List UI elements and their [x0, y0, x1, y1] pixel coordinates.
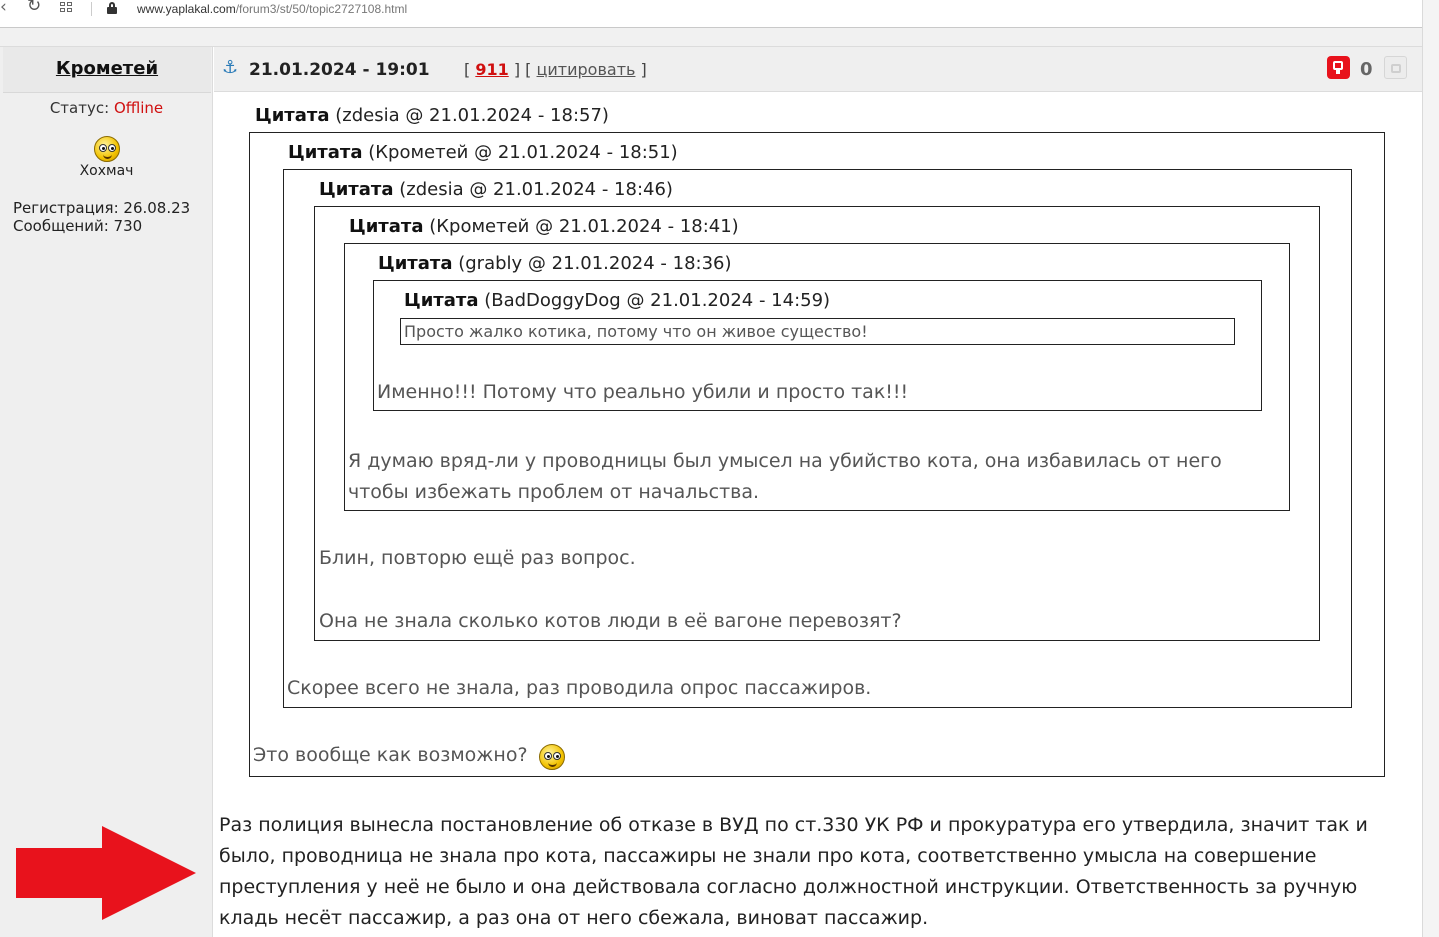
browser-toolbar: ‹ ↻ www.yaplakal.com/forum3/st/50/topic2… [0, 0, 1439, 22]
lock-icon[interactable] [107, 2, 117, 14]
user-stats: Регистрация: 26.08.23 Сообщений: 730 [13, 199, 190, 235]
quote-text: Просто жалко котика, потому что он живое… [404, 322, 868, 341]
quote-header: Цитата (zdesia @ 21.01.2024 - 18:46) [319, 179, 673, 200]
quote-text: Я думаю вряд-ли у проводницы был умысел … [348, 450, 1222, 472]
bracket: ] [ [513, 60, 532, 79]
quote-text: Скорее всего не знала, раз проводила опр… [287, 677, 872, 699]
status-value: Offline [113, 99, 164, 117]
user-rank: Хохмач [79, 163, 134, 179]
url-path: /forum3/st/50/topic2727108.html [235, 2, 408, 16]
toolbar-divider [91, 2, 92, 16]
reload-icon[interactable]: ↻ [27, 0, 41, 16]
status-label: Статус: [49, 99, 110, 117]
quote-header: Цитата (BadDoggyDog @ 21.01.2024 - 14:59… [404, 290, 830, 311]
quote-meta: (zdesia @ 21.01.2024 - 18:57) [335, 105, 609, 126]
post-date: 21.01.2024 - 19:01 [249, 60, 430, 80]
quote-label: Цитата [319, 179, 394, 200]
cite-link[interactable]: цитировать [537, 60, 636, 79]
quote-meta: (zdesia @ 21.01.2024 - 18:46) [399, 179, 673, 200]
back-icon[interactable]: ‹ [0, 0, 7, 17]
address-bar[interactable]: www.yaplakal.com/forum3/st/50/topic27271… [137, 2, 407, 16]
previous-post-strip [0, 28, 1422, 46]
quote-header: Цитата (Крометей @ 21.01.2024 - 18:51) [288, 142, 678, 163]
post-header: ⚓ 21.01.2024 - 19:01 [ 911 ] [ цитироват… [214, 47, 1422, 92]
quote-text: Блин, повторю ещё раз вопрос. [319, 547, 636, 569]
post-text: Раз полиция вынесла постановление об отк… [219, 814, 1368, 929]
rate-up-icon[interactable] [1384, 56, 1407, 79]
quote-header: Цитата (zdesia @ 21.01.2024 - 18:57) [255, 105, 609, 126]
quote-meta: (Крометей @ 21.01.2024 - 18:41) [429, 216, 739, 237]
quote-text: чтобы избежать проблем от начальства. [348, 481, 760, 503]
quote-header: Цитата (grably @ 21.01.2024 - 18:36) [378, 253, 732, 274]
registration-date: Регистрация: 26.08.23 [13, 199, 191, 217]
rating-count: 0 [1360, 59, 1373, 80]
right-scroll-strip[interactable] [1422, 0, 1439, 937]
quote-text: Она не знала сколько котов люди в её ваг… [319, 610, 902, 632]
username-link[interactable]: Крометей [3, 58, 211, 79]
quote-label: Цитата [288, 142, 363, 163]
quote-label: Цитата [349, 216, 424, 237]
tabs-grid-icon[interactable] [60, 2, 74, 14]
quote-label: Цитата [378, 253, 453, 274]
quote-label: Цитата [255, 105, 330, 126]
rate-down-icon[interactable] [1327, 56, 1350, 79]
smiley-icon [539, 744, 565, 770]
username-cell: Крометей [3, 47, 211, 93]
quote-meta: (BadDoggyDog @ 21.01.2024 - 14:59) [484, 290, 831, 311]
url-host: www.yaplakal.com [137, 2, 236, 16]
smiley-icon [94, 136, 120, 162]
quote-text: Именно!!! Потому что реально убили и про… [377, 381, 909, 403]
message-count: Сообщений: 730 [13, 217, 143, 235]
user-info-column: Крометей Статус: Offline Хохмач Регистра… [0, 47, 213, 937]
quote-box-6: Просто жалко котика, потому что он живое… [400, 318, 1235, 345]
quote-label: Цитата [404, 290, 479, 311]
quote-meta: (Крометей @ 21.01.2024 - 18:51) [368, 142, 678, 163]
bracket: [ [464, 60, 471, 79]
arrow-pointer [16, 826, 196, 920]
bracket: ] [640, 60, 647, 79]
post-links: [ 911 ] [ цитировать ] [464, 60, 647, 79]
post-number-link[interactable]: 911 [475, 60, 508, 79]
quote-text: Это вообще как возможно? [253, 744, 528, 766]
quote-meta: (grably @ 21.01.2024 - 18:36) [458, 253, 732, 274]
quote-header: Цитата (Крометей @ 21.01.2024 - 18:41) [349, 216, 739, 237]
anchor-icon[interactable]: ⚓ [222, 57, 238, 78]
user-status: Статус: Offline [0, 99, 213, 117]
